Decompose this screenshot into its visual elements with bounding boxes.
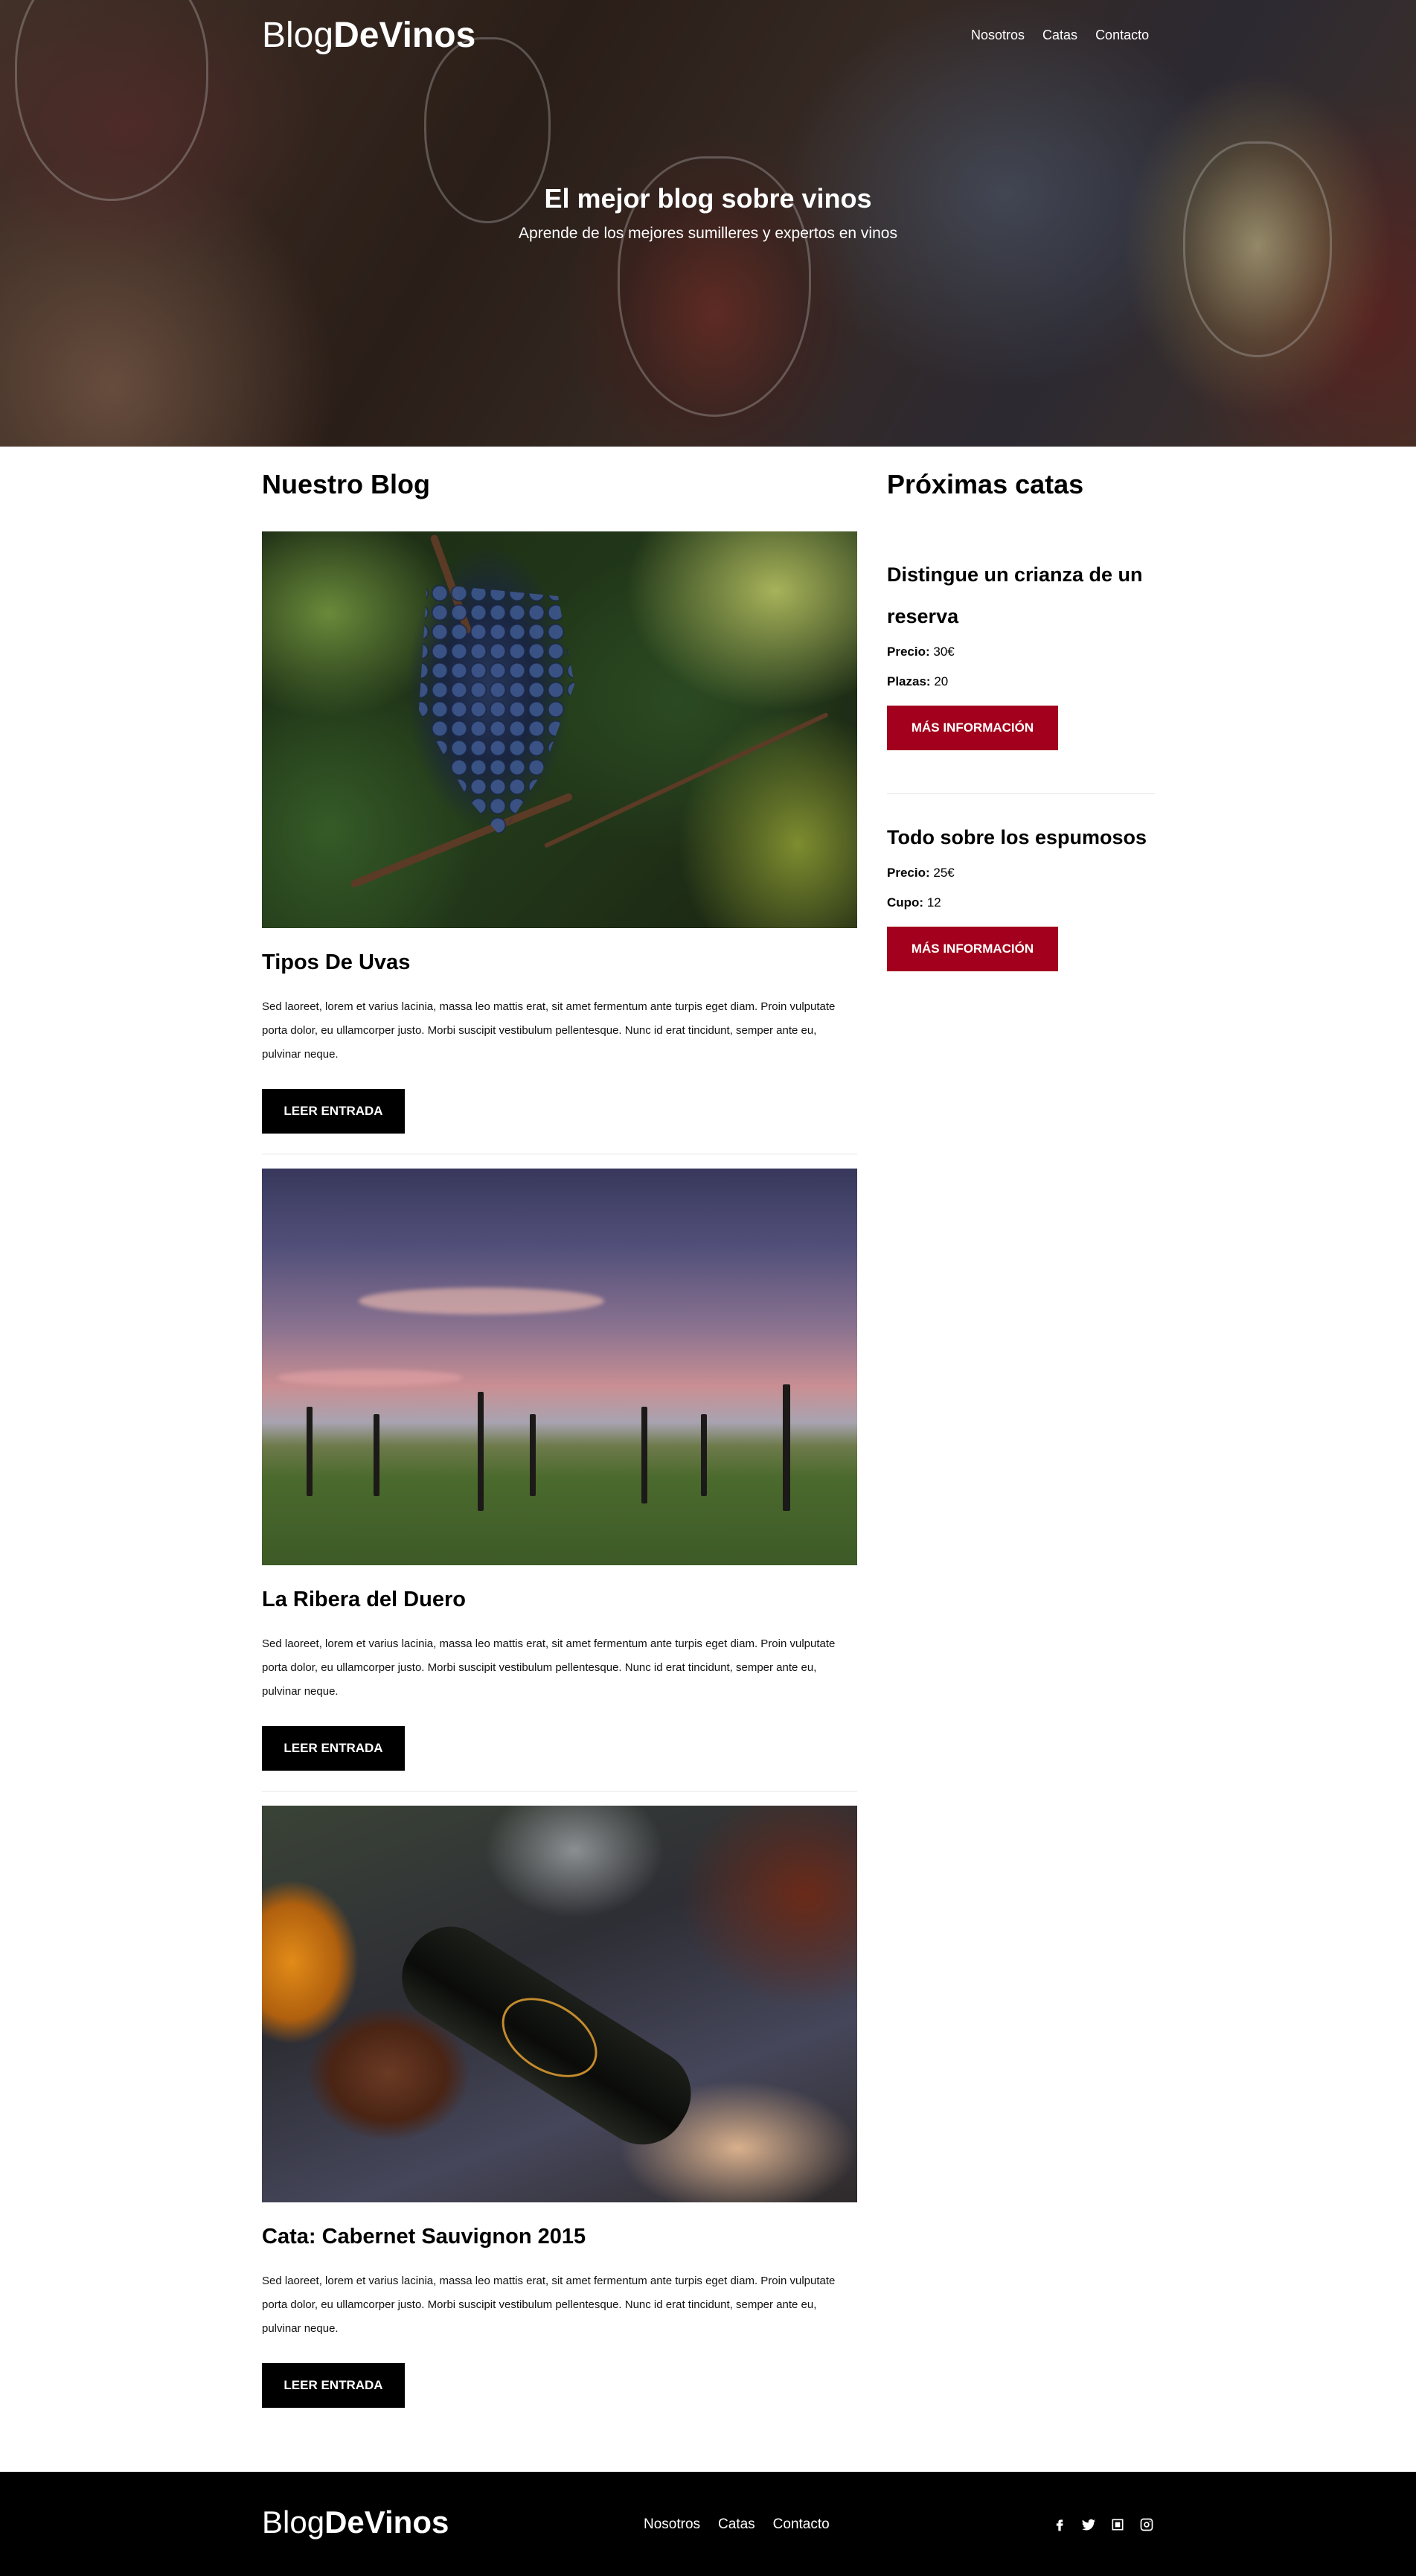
facebook-icon[interactable] [1051, 2517, 1069, 2535]
catas-heading: Próximas catas [887, 469, 1084, 499]
footer-link-contacto[interactable]: Contacto [773, 2516, 830, 2533]
event-places-row: Plazas: 20 [887, 667, 1155, 697]
vineyard-post [641, 1407, 647, 1503]
vineyard-post [374, 1414, 379, 1496]
logo-bold-text: DeVinos [324, 2505, 449, 2540]
logo-light-text: Blog [262, 16, 334, 55]
youtube-icon[interactable] [1109, 2517, 1127, 2535]
post-title[interactable]: Tipos De Uvas [262, 947, 857, 977]
post-title[interactable]: La Ribera del Duero [262, 1585, 857, 1614]
vineyard-post [478, 1392, 484, 1511]
blog-post: Cata: Cabernet Sauvignon 2015 Sed laoree… [262, 1806, 857, 2408]
post-divider [262, 1791, 857, 1792]
event-price-row: Precio: 25€ [887, 858, 1155, 888]
footer-nav: Nosotros Catas Contacto [644, 2516, 830, 2533]
twitter-icon[interactable] [1080, 2517, 1098, 2535]
vine-branch [350, 792, 574, 889]
instagram-icon[interactable] [1138, 2517, 1156, 2535]
social-links [1051, 2517, 1156, 2535]
event-quota-value: 12 [926, 895, 941, 910]
nav-link-contacto[interactable]: Contacto [1095, 28, 1149, 43]
blog-heading: Nuestro Blog [262, 469, 431, 499]
event-places-label: Plazas: [887, 674, 931, 688]
event-price-label: Precio: [887, 645, 930, 659]
event-price-row: Precio: 30€ [887, 637, 1155, 667]
hero-overlay [0, 0, 1416, 447]
nav-link-catas[interactable]: Catas [1042, 28, 1077, 43]
logo-light-text: Blog [262, 2505, 325, 2540]
post-image-grapes[interactable] [262, 531, 857, 928]
event-price-value: 25€ [933, 866, 955, 880]
post-title[interactable]: Cata: Cabernet Sauvignon 2015 [262, 2222, 857, 2251]
nav-link-nosotros[interactable]: Nosotros [971, 28, 1025, 43]
blog-post: Tipos De Uvas Sed laoreet, lorem et vari… [262, 531, 857, 1134]
read-post-button[interactable]: Leer Entrada [262, 1089, 405, 1134]
vine-wire [543, 712, 829, 848]
site-footer: BlogDeVinos Nosotros Catas Contacto [0, 2472, 1416, 2576]
read-post-button[interactable]: Leer Entrada [262, 1726, 405, 1771]
more-info-button[interactable]: Más Información [887, 927, 1058, 971]
site-logo[interactable]: BlogDeVinos [262, 15, 475, 56]
post-excerpt: Sed laoreet, lorem et varius lacinia, ma… [262, 2275, 836, 2335]
event-quota-label: Cupo: [887, 895, 924, 910]
vineyard-post [701, 1414, 707, 1496]
footer-logo[interactable]: BlogDeVinos [262, 2505, 449, 2540]
footer-link-nosotros[interactable]: Nosotros [644, 2516, 700, 2533]
tasting-event: Distingue un crianza de un reserva Preci… [887, 554, 1155, 750]
cloud-shape [277, 1370, 463, 1386]
more-info-button[interactable]: Más Información [887, 706, 1058, 750]
hero-subtitle: Aprende de los mejores sumilleres y expe… [519, 225, 897, 242]
tasting-event: Todo sobre los espumosos Precio: 25€ Cup… [887, 816, 1155, 971]
post-excerpt: Sed laoreet, lorem et varius lacinia, ma… [262, 1637, 836, 1698]
cloud-shape [359, 1288, 604, 1314]
hero-header: BlogDeVinos Nosotros Catas Contacto El m… [0, 0, 1416, 447]
event-quota-row: Cupo: 12 [887, 888, 1155, 918]
blog-post: La Ribera del Duero Sed laoreet, lorem e… [262, 1169, 857, 1771]
hero-title: El mejor blog sobre vinos [544, 183, 872, 214]
event-divider [887, 793, 1155, 794]
grape-cluster [419, 584, 574, 837]
event-title: Distingue un crianza de un reserva [887, 563, 1143, 627]
logo-bold-text: DeVinos [333, 16, 476, 55]
footer-link-catas[interactable]: Catas [718, 2516, 755, 2533]
event-price-label: Precio: [887, 866, 930, 880]
vineyard-post [307, 1407, 313, 1496]
main-nav: Nosotros Catas Contacto [971, 28, 1149, 43]
post-image-wine-still-life[interactable] [262, 1806, 857, 2202]
event-places-value: 20 [934, 674, 949, 688]
vineyard-post [783, 1384, 790, 1511]
event-price-value: 30€ [933, 645, 955, 659]
post-image-vineyard[interactable] [262, 1169, 857, 1565]
post-excerpt: Sed laoreet, lorem et varius lacinia, ma… [262, 1000, 836, 1061]
event-title: Todo sobre los espumosos [887, 826, 1147, 848]
bottle-label [487, 1981, 612, 2094]
read-post-button[interactable]: Leer Entrada [262, 2363, 405, 2408]
vineyard-post [530, 1414, 536, 1496]
wine-bottle [385, 1909, 708, 2161]
